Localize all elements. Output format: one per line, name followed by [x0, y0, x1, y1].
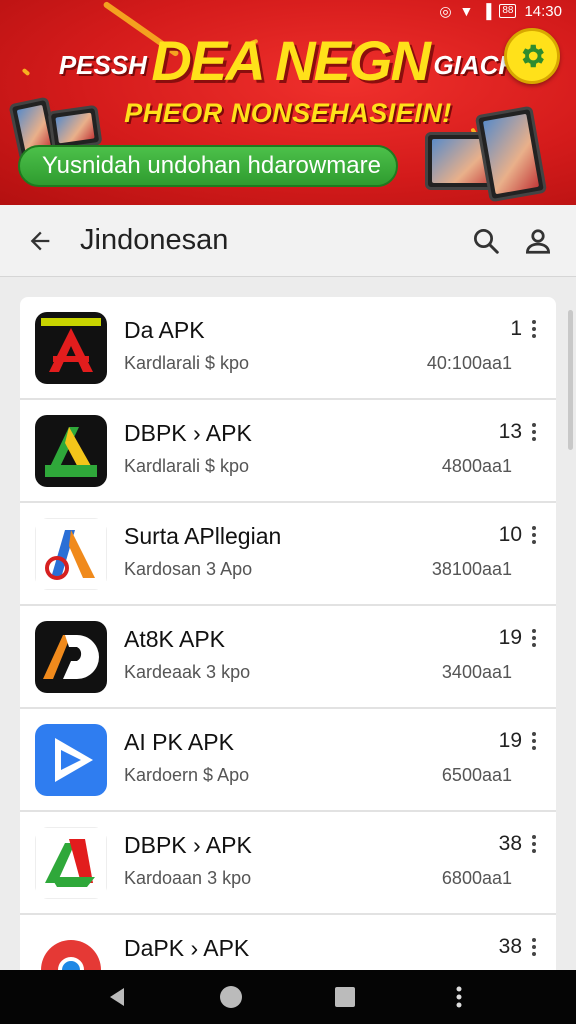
banner-subtitle: PHEOR NONSEHASIEIN! — [124, 98, 452, 128]
app-name: Surta APllegian — [124, 523, 282, 549]
colorful-a-icon — [35, 518, 107, 590]
app-name: AI PK APK — [124, 729, 234, 755]
app-size: 6500aa1 — [441, 765, 512, 785]
banner-cta-button[interactable]: Yusnidah undohan hdarowmare — [18, 145, 398, 187]
alarm-icon: ◎ — [439, 3, 452, 19]
promo-banner[interactable]: PESSH DEA NEGN GIACH PHEOR NONSEHASIEIN!… — [0, 0, 576, 205]
app-name: DBPK › APK — [124, 832, 252, 858]
status-bar: ◎ ▼ ▐ 88 14:30 — [439, 0, 576, 22]
app-meta: Kardeaak 3 kpo — [124, 662, 251, 682]
ad-black-icon — [35, 621, 107, 693]
battery-level: 88 — [499, 4, 517, 18]
home-nav-button[interactable] — [211, 977, 251, 1017]
green-red-a-icon — [35, 827, 107, 899]
back-nav-button[interactable] — [97, 977, 137, 1017]
triangle-back-icon — [110, 988, 124, 1006]
more-vert-icon[interactable] — [524, 624, 544, 652]
app-size: 3400aa1 — [441, 662, 512, 682]
app-name: DaPK › APK — [124, 935, 250, 961]
gear-icon — [522, 44, 544, 68]
app-count: 38 — [498, 832, 522, 855]
account-button[interactable] — [512, 215, 564, 267]
app-name: DBPK › APK — [124, 420, 252, 446]
back-button[interactable] — [12, 213, 68, 269]
square-recents-icon — [335, 987, 355, 1007]
app-list: Da APK Kardlarali $ kpo 40:100aa1 1 DBPK… — [20, 297, 556, 1018]
app-count: 19 — [498, 626, 522, 649]
signal-icon: ▐ — [481, 3, 492, 19]
more-vert-icon[interactable] — [524, 315, 544, 343]
clock: 14:30 — [524, 2, 562, 20]
app-count: 38 — [498, 935, 522, 958]
more-vert-icon[interactable] — [524, 418, 544, 446]
app-count: 1 — [510, 317, 522, 340]
recents-nav-button[interactable] — [325, 977, 365, 1017]
app-size: 40:100aa1 — [426, 353, 512, 373]
search-icon — [474, 228, 499, 254]
more-vert-icon[interactable] — [524, 830, 544, 858]
arrow-left-icon — [30, 231, 50, 250]
app-size: 38100aa1 — [431, 559, 512, 579]
banner-headline: PESSH DEA NEGN GIACH — [0, 28, 576, 93]
search-button[interactable] — [460, 215, 512, 267]
app-meta: Kardoaan 3 kpo — [124, 868, 252, 888]
blue-play-icon — [35, 724, 107, 796]
app-size: 6800aa1 — [441, 868, 512, 888]
red-a-black-icon — [35, 312, 107, 384]
app-meta: Kardlarali $ kpo — [124, 353, 250, 373]
list-item[interactable]: DBPK › APK Kardoaan 3 kpo 6800aa1 38 — [20, 812, 556, 915]
banner-headline-main: DEA NEGN — [151, 29, 431, 92]
banner-headline-left: PESSH — [58, 50, 147, 80]
scrollbar[interactable] — [568, 310, 573, 450]
app-name: Da APK — [124, 317, 205, 343]
app-count: 19 — [498, 729, 522, 752]
app-count: 10 — [498, 523, 522, 546]
overflow-nav-button[interactable] — [439, 977, 479, 1017]
circle-home-icon — [220, 986, 242, 1008]
app-size: 4800aa1 — [441, 456, 512, 476]
list-item[interactable]: AI PK APK Kardoern $ Apo 6500aa1 19 — [20, 709, 556, 812]
settings-badge[interactable] — [504, 28, 560, 84]
more-vert-icon[interactable] — [524, 933, 544, 961]
system-nav-bar — [0, 970, 576, 1024]
list-item[interactable]: DBPK › APK Kardlarali $ kpo 4800aa1 13 — [20, 400, 556, 503]
page-title: Jindonesan — [80, 224, 229, 256]
app-bar: Jindonesan — [0, 205, 576, 277]
list-item[interactable]: At8K APK Kardeaak 3 kpo 3400aa1 19 — [20, 606, 556, 709]
app-count: 13 — [498, 420, 522, 443]
more-vert-nav-icon — [456, 986, 462, 1008]
list-item[interactable]: Da APK Kardlarali $ kpo 40:100aa1 1 — [20, 297, 556, 400]
more-vert-icon[interactable] — [524, 727, 544, 755]
wifi-icon: ▼ — [459, 3, 474, 19]
more-vert-icon[interactable] — [524, 521, 544, 549]
list-item[interactable]: Surta APllegian Kardosan 3 Apo 38100aa1 … — [20, 503, 556, 606]
app-meta: Kardlarali $ kpo — [124, 456, 250, 476]
app-meta: Kardoern $ Apo — [124, 765, 250, 785]
app-meta: Kardosan 3 Apo — [124, 559, 253, 579]
green-a-black-icon — [35, 415, 107, 487]
person-icon — [525, 228, 551, 254]
app-name: At8K APK — [124, 626, 226, 652]
